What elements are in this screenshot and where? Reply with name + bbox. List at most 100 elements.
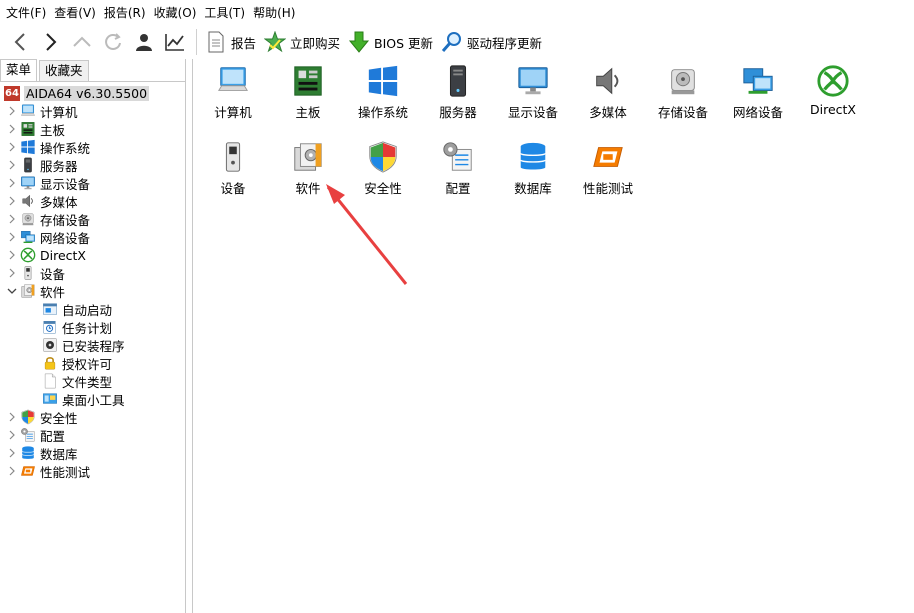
line-chart-icon <box>164 34 184 51</box>
server-icon <box>20 157 36 173</box>
chevron-right-icon[interactable] <box>4 192 20 210</box>
chevron-right-icon[interactable] <box>4 102 20 120</box>
tree-item-1[interactable]: 主板 <box>0 120 185 138</box>
chevron-right-icon[interactable] <box>4 210 20 228</box>
software-icon <box>20 283 36 299</box>
tree-subitem-3[interactable]: 授权许可 <box>0 354 185 372</box>
computer-icon <box>20 103 36 119</box>
up-button[interactable] <box>66 27 97 57</box>
tree-item-7[interactable]: 网络设备 <box>0 228 185 246</box>
tab-favorites[interactable]: 收藏夹 <box>39 60 89 81</box>
tree-root[interactable]: 64 AIDA64 v6.30.5500 <box>0 84 185 102</box>
tree-item-3[interactable]: 服务器 <box>0 156 185 174</box>
tree-subitem-0[interactable]: 自动启动 <box>0 300 185 318</box>
chevron-right-icon[interactable] <box>4 246 20 264</box>
chevron-right-icon[interactable] <box>4 138 20 156</box>
user-button[interactable] <box>128 27 159 57</box>
chevron-right-icon <box>45 33 56 51</box>
refresh-button[interactable] <box>97 27 128 57</box>
menu-view[interactable]: 查看(V) <box>52 0 102 26</box>
tree-item-9[interactable]: 设备 <box>0 264 185 282</box>
bios-update-label: BIOS 更新 <box>374 35 434 51</box>
chevron-right-icon[interactable] <box>4 426 20 444</box>
tree-item-label: 任务计划 <box>62 320 113 336</box>
menu-file[interactable]: 文件(F) <box>4 0 52 26</box>
tree-item-6[interactable]: 存储设备 <box>0 210 185 228</box>
tree-subitem-5[interactable]: 桌面小工具 <box>0 390 185 408</box>
panel-tabs: 菜单 收藏夹 <box>0 59 185 81</box>
tree-item-label: 软件 <box>40 284 66 300</box>
tree-subitem-2[interactable]: 已安装程序 <box>0 336 185 354</box>
chevron-right-icon[interactable] <box>4 156 20 174</box>
back-button[interactable] <box>4 27 35 57</box>
gadget-icon <box>42 391 58 407</box>
storage-icon <box>20 211 36 227</box>
tree-item-label: 服务器 <box>40 158 78 174</box>
database-icon <box>20 445 36 461</box>
menu-favorites[interactable]: 收藏(O) <box>152 0 203 26</box>
tree-item-label: 数据库 <box>40 446 78 462</box>
tree-item-label: 性能测试 <box>40 464 91 480</box>
network-icon <box>20 229 36 245</box>
chevron-right-icon[interactable] <box>4 120 20 138</box>
report-button[interactable]: 报告 <box>203 27 262 57</box>
chevron-right-icon[interactable] <box>4 264 20 282</box>
autostart-icon <box>42 301 58 317</box>
tree-root-label: AIDA64 v6.30.5500 <box>24 85 150 101</box>
annotation-arrow <box>326 184 408 285</box>
chevron-right-icon[interactable] <box>4 408 20 426</box>
tree-item-label: 多媒体 <box>40 194 78 210</box>
motherboard-icon <box>20 121 36 137</box>
license-lock-icon <box>42 355 58 371</box>
tree-subitem-1[interactable]: 任务计划 <box>0 318 185 336</box>
chart-button[interactable] <box>159 27 190 57</box>
content-area: 计算机 主板 操作系统 服务器 显示设备 多媒体 存储设备 网络设备 DirectX 设备 软件 安全… <box>192 59 914 613</box>
chevron-up-icon <box>72 36 91 47</box>
tree-item-label: 安全性 <box>40 410 78 426</box>
chevron-down-icon[interactable] <box>4 282 20 300</box>
tree-item-13[interactable]: 数据库 <box>0 444 185 462</box>
tree-item-label: 操作系统 <box>40 140 91 156</box>
menu-bar: 文件(F) 查看(V) 报告(R) 收藏(O) 工具(T) 帮助(H) <box>0 0 914 26</box>
tree-item-5[interactable]: 多媒体 <box>0 192 185 210</box>
download-arrow-icon <box>348 31 370 53</box>
left-panel: 菜单 收藏夹 64 AIDA64 v6.30.5500 计算机 主板操作系统服务器… <box>0 59 186 613</box>
tree-item-label: 桌面小工具 <box>62 392 125 408</box>
windows-icon <box>20 139 36 155</box>
tree-subitem-4[interactable]: 文件类型 <box>0 372 185 390</box>
buy-now-button[interactable]: 立即购买 <box>262 27 346 57</box>
chevron-right-icon[interactable] <box>4 462 20 480</box>
report-document-icon <box>205 31 227 53</box>
chevron-right-icon[interactable] <box>4 444 20 462</box>
bios-update-button[interactable]: BIOS 更新 <box>346 27 439 57</box>
config-icon <box>20 427 36 443</box>
tab-menu[interactable]: 菜单 <box>0 59 38 81</box>
menu-tools[interactable]: 工具(T) <box>202 0 251 26</box>
menu-help[interactable]: 帮助(H) <box>251 0 301 26</box>
forward-button[interactable] <box>35 27 66 57</box>
tree-item-8[interactable]: DirectX <box>0 246 185 264</box>
aida64-logo-icon: 64 <box>4 85 20 101</box>
chevron-right-icon[interactable] <box>4 174 20 192</box>
driver-update-button[interactable]: 驱动程序更新 <box>439 27 548 57</box>
tree-item-label: 网络设备 <box>40 230 91 246</box>
chevron-right-icon[interactable] <box>4 228 20 246</box>
device-icon <box>20 265 36 281</box>
tree-item-0[interactable]: 计算机 <box>0 102 185 120</box>
tree-item-12[interactable]: 配置 <box>0 426 185 444</box>
tree-item-label: 存储设备 <box>40 212 91 228</box>
driver-update-label: 驱动程序更新 <box>467 35 543 51</box>
tree-item-label: 文件类型 <box>62 374 113 390</box>
tree-item-4[interactable]: 显示设备 <box>0 174 185 192</box>
refresh-icon <box>104 33 121 50</box>
shield-icon <box>20 409 36 425</box>
tree-item-11[interactable]: 安全性 <box>0 408 185 426</box>
navigation-tree: 64 AIDA64 v6.30.5500 计算机 主板操作系统服务器显示设备多媒体… <box>0 81 185 480</box>
tree-item-label: 计算机 <box>40 104 78 120</box>
tree-item-label: 已安装程序 <box>62 338 125 354</box>
tree-item-10[interactable]: 软件 <box>0 282 185 300</box>
tree-item-2[interactable]: 操作系统 <box>0 138 185 156</box>
tree-item-14[interactable]: 性能测试 <box>0 462 185 480</box>
menu-report[interactable]: 报告(R) <box>102 0 152 26</box>
tree-item-label: 显示设备 <box>40 176 91 192</box>
